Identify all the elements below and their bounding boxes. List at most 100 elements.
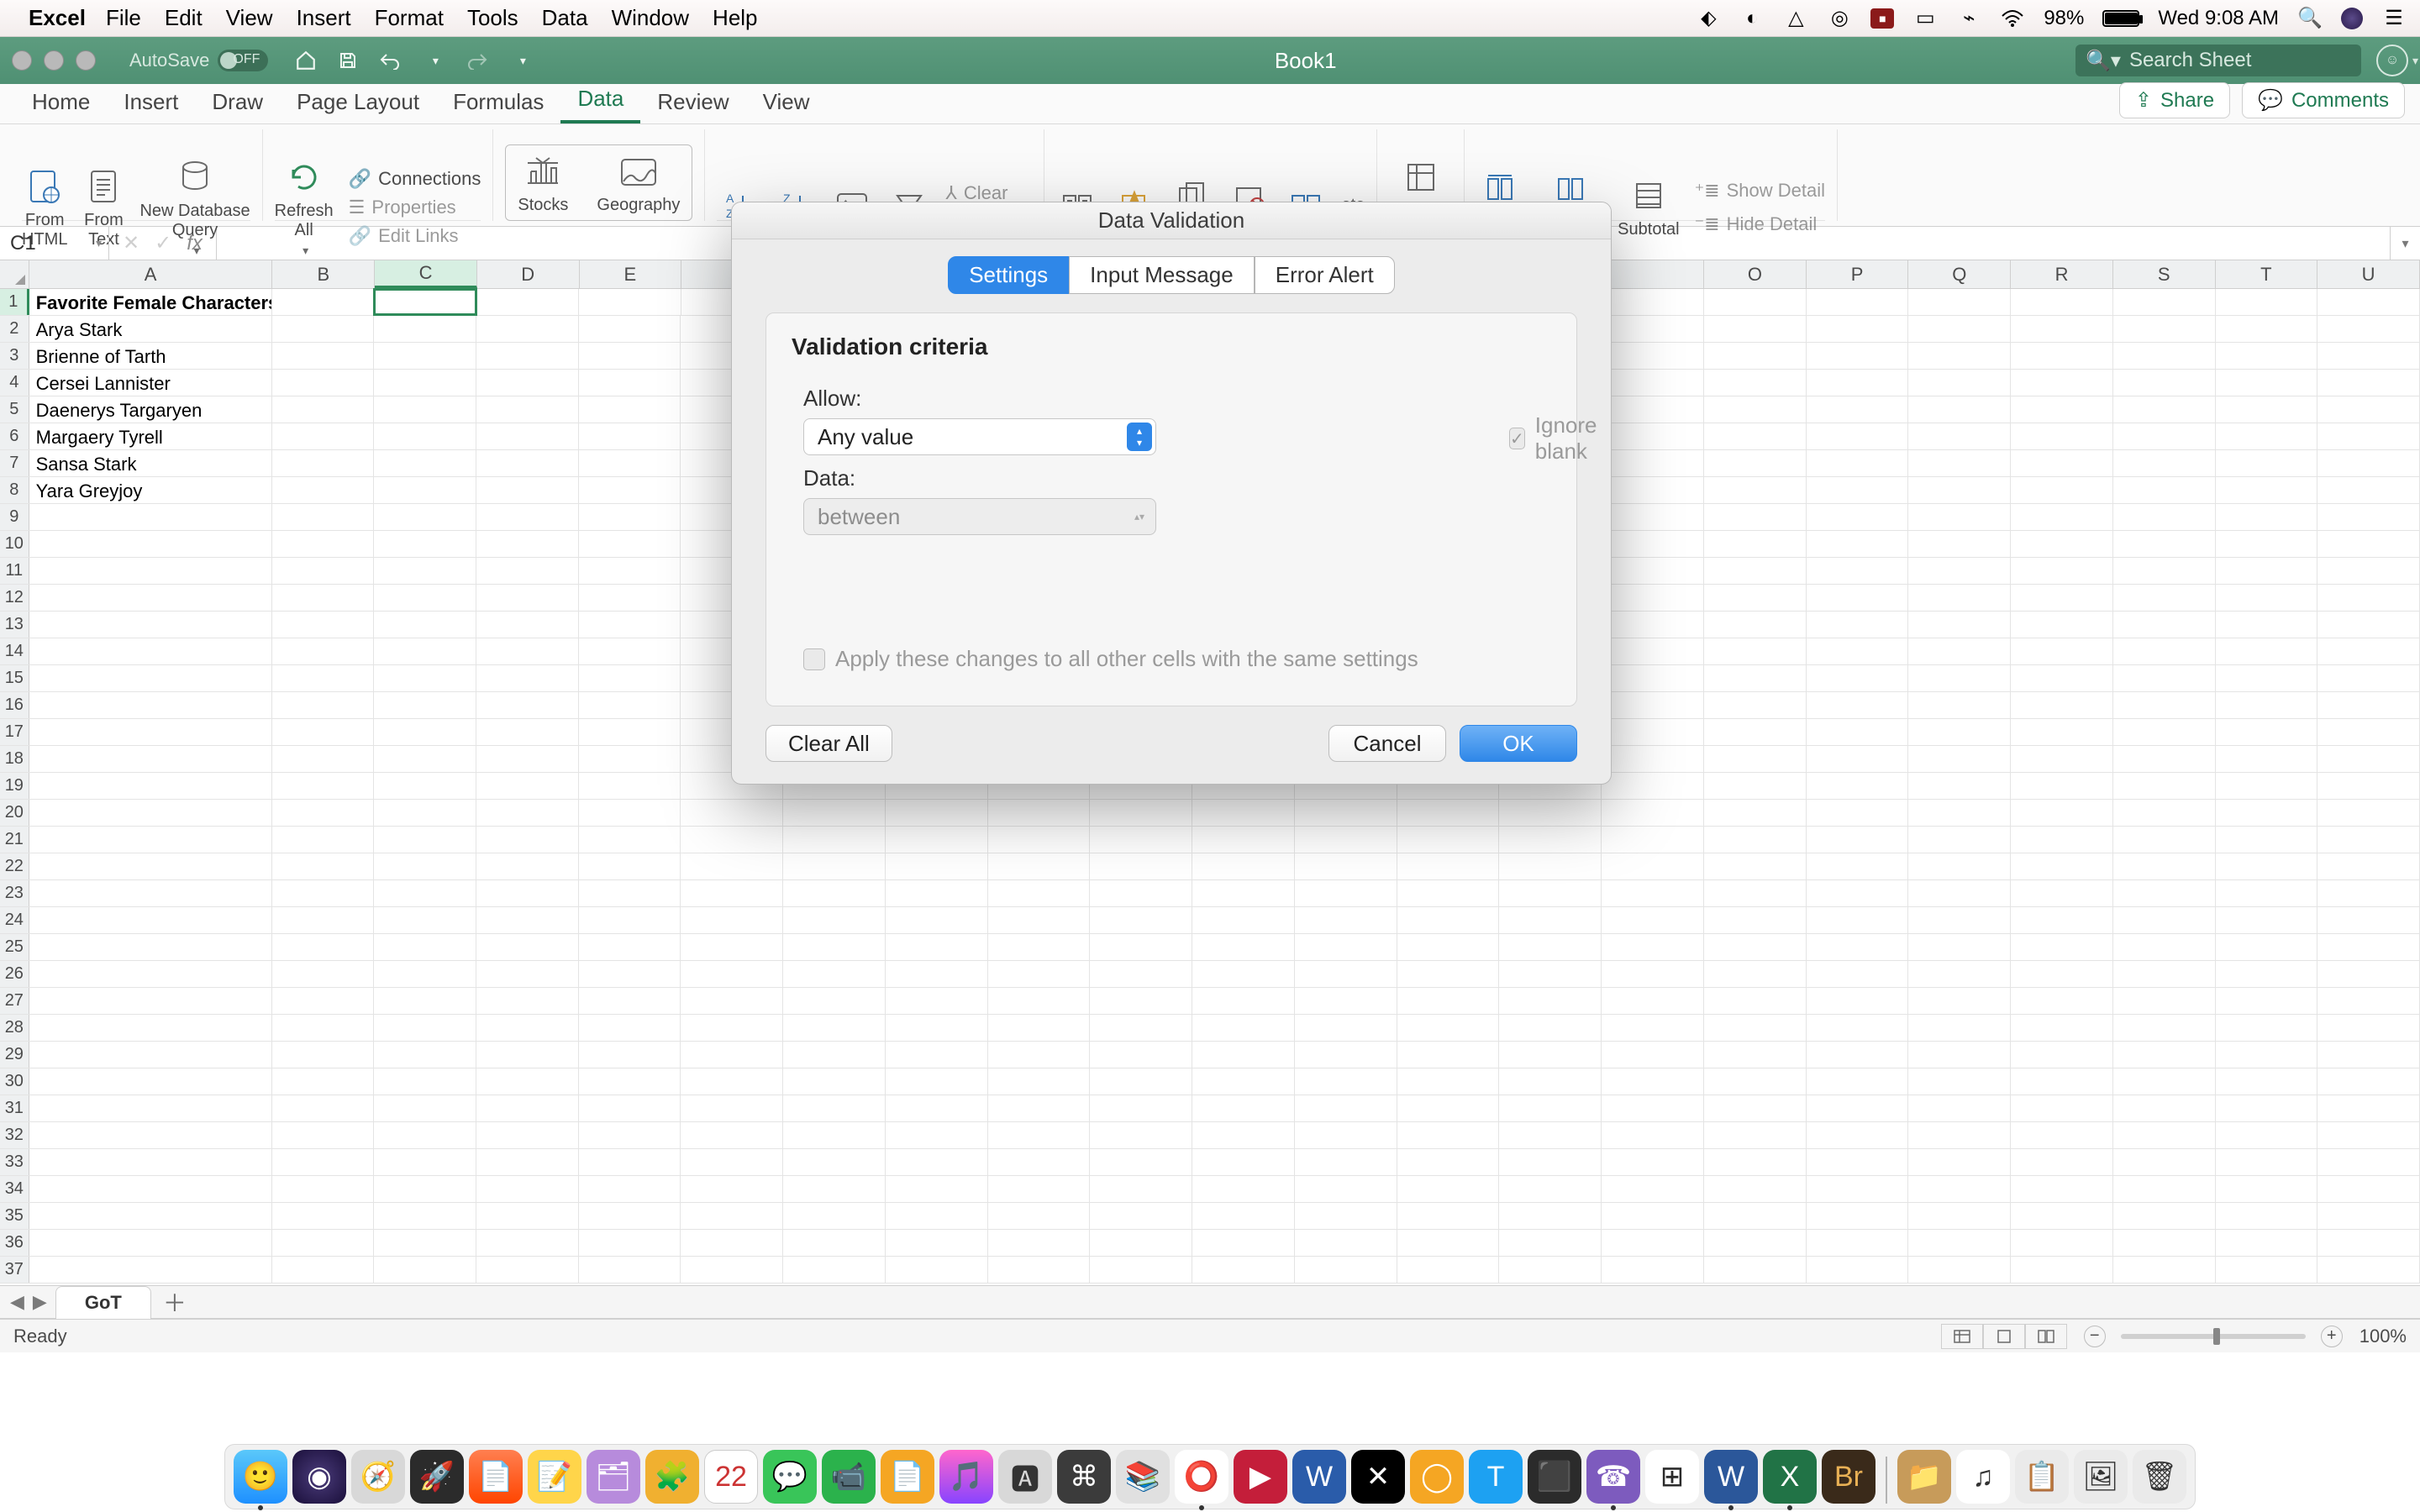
cell[interactable] [1295, 800, 1397, 826]
cell[interactable] [1602, 370, 1704, 396]
dock-messages-icon[interactable]: 💬 [763, 1450, 817, 1504]
cell[interactable] [2113, 665, 2216, 691]
col-header-D[interactable]: D [477, 260, 580, 288]
cell[interactable] [2216, 1122, 2318, 1148]
cancel-formula-icon[interactable]: ✕ [123, 231, 139, 255]
cell[interactable] [681, 1176, 783, 1202]
cell[interactable] [1704, 1095, 1807, 1121]
cell[interactable] [579, 531, 681, 557]
cell[interactable] [1295, 934, 1397, 960]
row-header[interactable]: 18 [0, 746, 29, 772]
cell[interactable] [1704, 800, 1807, 826]
geography-button[interactable]: Geography [597, 150, 680, 215]
cell[interactable] [579, 423, 681, 449]
notifications-icon[interactable]: ☰ [2381, 6, 2407, 31]
dock-app-icon[interactable]: ▶ [1234, 1450, 1287, 1504]
dock-viber-icon[interactable]: ☎ [1586, 1450, 1640, 1504]
cell[interactable] [2317, 316, 2420, 342]
cell[interactable] [476, 934, 579, 960]
cell[interactable] [2011, 692, 2113, 718]
cell[interactable] [2113, 477, 2216, 503]
cell[interactable]: Yara Greyjoy [29, 477, 272, 503]
cell[interactable] [374, 934, 476, 960]
cell[interactable] [1807, 477, 1909, 503]
cell[interactable] [988, 1015, 1091, 1041]
cell[interactable] [1908, 934, 2011, 960]
edit-links-button[interactable]: 🔗Edit Links [349, 223, 481, 249]
cell[interactable] [2011, 961, 2113, 987]
cell[interactable] [29, 558, 272, 584]
cell[interactable] [1908, 719, 2011, 745]
cell[interactable] [681, 1015, 783, 1041]
cell[interactable] [579, 746, 681, 772]
sheet-next-icon[interactable]: ▶ [33, 1291, 47, 1313]
cell[interactable] [681, 961, 783, 987]
dialog-tab-input-message[interactable]: Input Message [1069, 256, 1255, 294]
row-header[interactable]: 21 [0, 827, 29, 853]
name-box[interactable]: C1▾ [0, 227, 109, 260]
cell[interactable] [1704, 1203, 1807, 1229]
cell[interactable] [374, 692, 476, 718]
cell[interactable] [374, 638, 476, 664]
row-header[interactable]: 37 [0, 1257, 29, 1283]
cell[interactable] [2216, 504, 2318, 530]
cell[interactable] [579, 504, 681, 530]
cell[interactable] [2113, 343, 2216, 369]
cell[interactable]: Brienne of Tarth [29, 343, 272, 369]
cell[interactable] [1499, 800, 1602, 826]
cell[interactable] [2011, 504, 2113, 530]
menuextra-icon-4[interactable]: ■ [1870, 8, 1894, 29]
cell[interactable] [29, 853, 272, 879]
cell[interactable] [476, 558, 579, 584]
cell[interactable] [29, 1257, 272, 1283]
cell[interactable] [1602, 692, 1704, 718]
cell[interactable] [1397, 1068, 1500, 1095]
cell[interactable] [886, 1122, 988, 1148]
cell[interactable] [783, 1042, 886, 1068]
zoom-in-button[interactable]: + [2321, 1326, 2343, 1347]
cell[interactable] [29, 1122, 272, 1148]
cell[interactable] [681, 827, 783, 853]
cell[interactable] [579, 289, 681, 315]
cell[interactable] [374, 1176, 476, 1202]
cell[interactable] [272, 585, 375, 611]
cell[interactable] [886, 961, 988, 987]
dock-app-icon[interactable]: W [1292, 1450, 1346, 1504]
cell[interactable] [1908, 558, 2011, 584]
cell[interactable] [1908, 1015, 2011, 1041]
dock-app-icon[interactable]: 📝 [528, 1450, 581, 1504]
cell[interactable] [1908, 1257, 2011, 1283]
cell[interactable] [579, 827, 681, 853]
cell[interactable] [1192, 800, 1295, 826]
cell[interactable] [1602, 934, 1704, 960]
cell[interactable] [272, 1176, 375, 1202]
cell[interactable] [1908, 423, 2011, 449]
cell[interactable] [886, 1176, 988, 1202]
dock-excel-icon[interactable]: X [1763, 1450, 1817, 1504]
cell[interactable] [988, 853, 1091, 879]
cell[interactable] [783, 800, 886, 826]
row-header[interactable]: 32 [0, 1122, 29, 1148]
cell[interactable] [886, 853, 988, 879]
cell[interactable] [1807, 1068, 1909, 1095]
cell[interactable] [1704, 773, 1807, 799]
cell[interactable] [1807, 880, 1909, 906]
cell[interactable] [2317, 370, 2420, 396]
cell[interactable] [886, 1015, 988, 1041]
cell[interactable] [2317, 396, 2420, 423]
cell[interactable] [783, 934, 886, 960]
cell[interactable] [2011, 719, 2113, 745]
menu-insert[interactable]: Insert [297, 5, 351, 31]
cell[interactable] [272, 1257, 375, 1283]
tab-home[interactable]: Home [15, 82, 107, 123]
dock-music-icon[interactable]: 🎵 [939, 1450, 993, 1504]
cell[interactable] [29, 665, 272, 691]
subtotal-button[interactable]: Subtotal [1618, 175, 1679, 239]
cell[interactable] [1295, 1095, 1397, 1121]
cell[interactable] [476, 316, 579, 342]
hide-detail-button[interactable]: ⁻≣Hide Detail [1695, 212, 1825, 237]
cell[interactable] [1704, 665, 1807, 691]
cell[interactable] [29, 1149, 272, 1175]
cell[interactable] [374, 289, 476, 315]
battery-icon[interactable] [2102, 10, 2139, 27]
